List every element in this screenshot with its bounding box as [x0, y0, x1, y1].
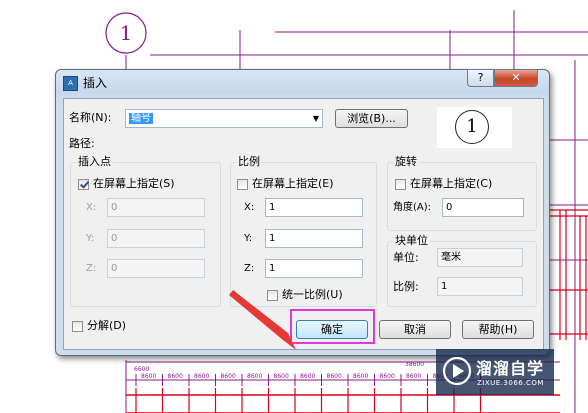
- watermark-url: ZIXUE.3066.COM: [477, 379, 544, 387]
- watermark-brand: 溜溜自学: [476, 359, 545, 378]
- watermark: 溜溜自学 ZIXUE.3066.COM: [436, 349, 554, 395]
- play-logo-icon: [442, 356, 472, 386]
